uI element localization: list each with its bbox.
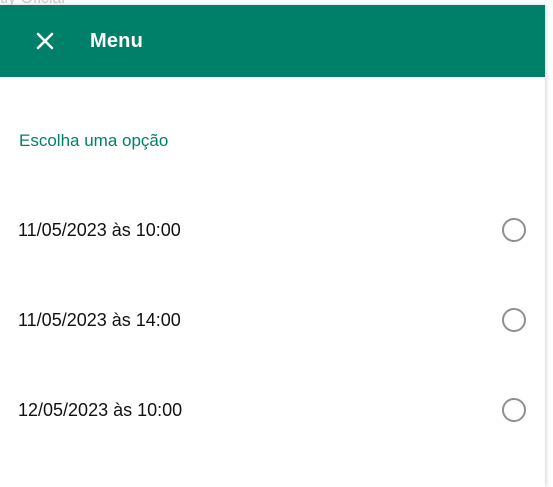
options-list: 11/05/2023 às 10:00 11/05/2023 às 14:00 … (0, 185, 545, 455)
drawer-header: Menu (0, 5, 545, 77)
menu-drawer: Menu Escolha uma opção 11/05/2023 às 10:… (0, 5, 545, 487)
option-label: 11/05/2023 às 14:00 (18, 309, 181, 330)
page: tiy Oficial Menu Escolha uma opção 11/05… (0, 0, 553, 487)
option-label: 12/05/2023 às 10:00 (18, 399, 183, 420)
option-item[interactable]: 11/05/2023 às 10:00 (0, 185, 545, 275)
radio-button[interactable] (502, 308, 526, 332)
option-item[interactable]: 12/05/2023 às 10:00 (0, 365, 545, 455)
close-icon (35, 31, 55, 51)
radio-button[interactable] (502, 218, 526, 242)
close-button[interactable] (33, 29, 57, 53)
drawer-title: Menu (90, 29, 144, 52)
option-item[interactable]: 11/05/2023 às 14:00 (0, 275, 545, 365)
option-label: 11/05/2023 às 10:00 (18, 219, 181, 240)
section-title: Escolha uma opção (19, 131, 169, 150)
radio-button[interactable] (502, 398, 526, 422)
